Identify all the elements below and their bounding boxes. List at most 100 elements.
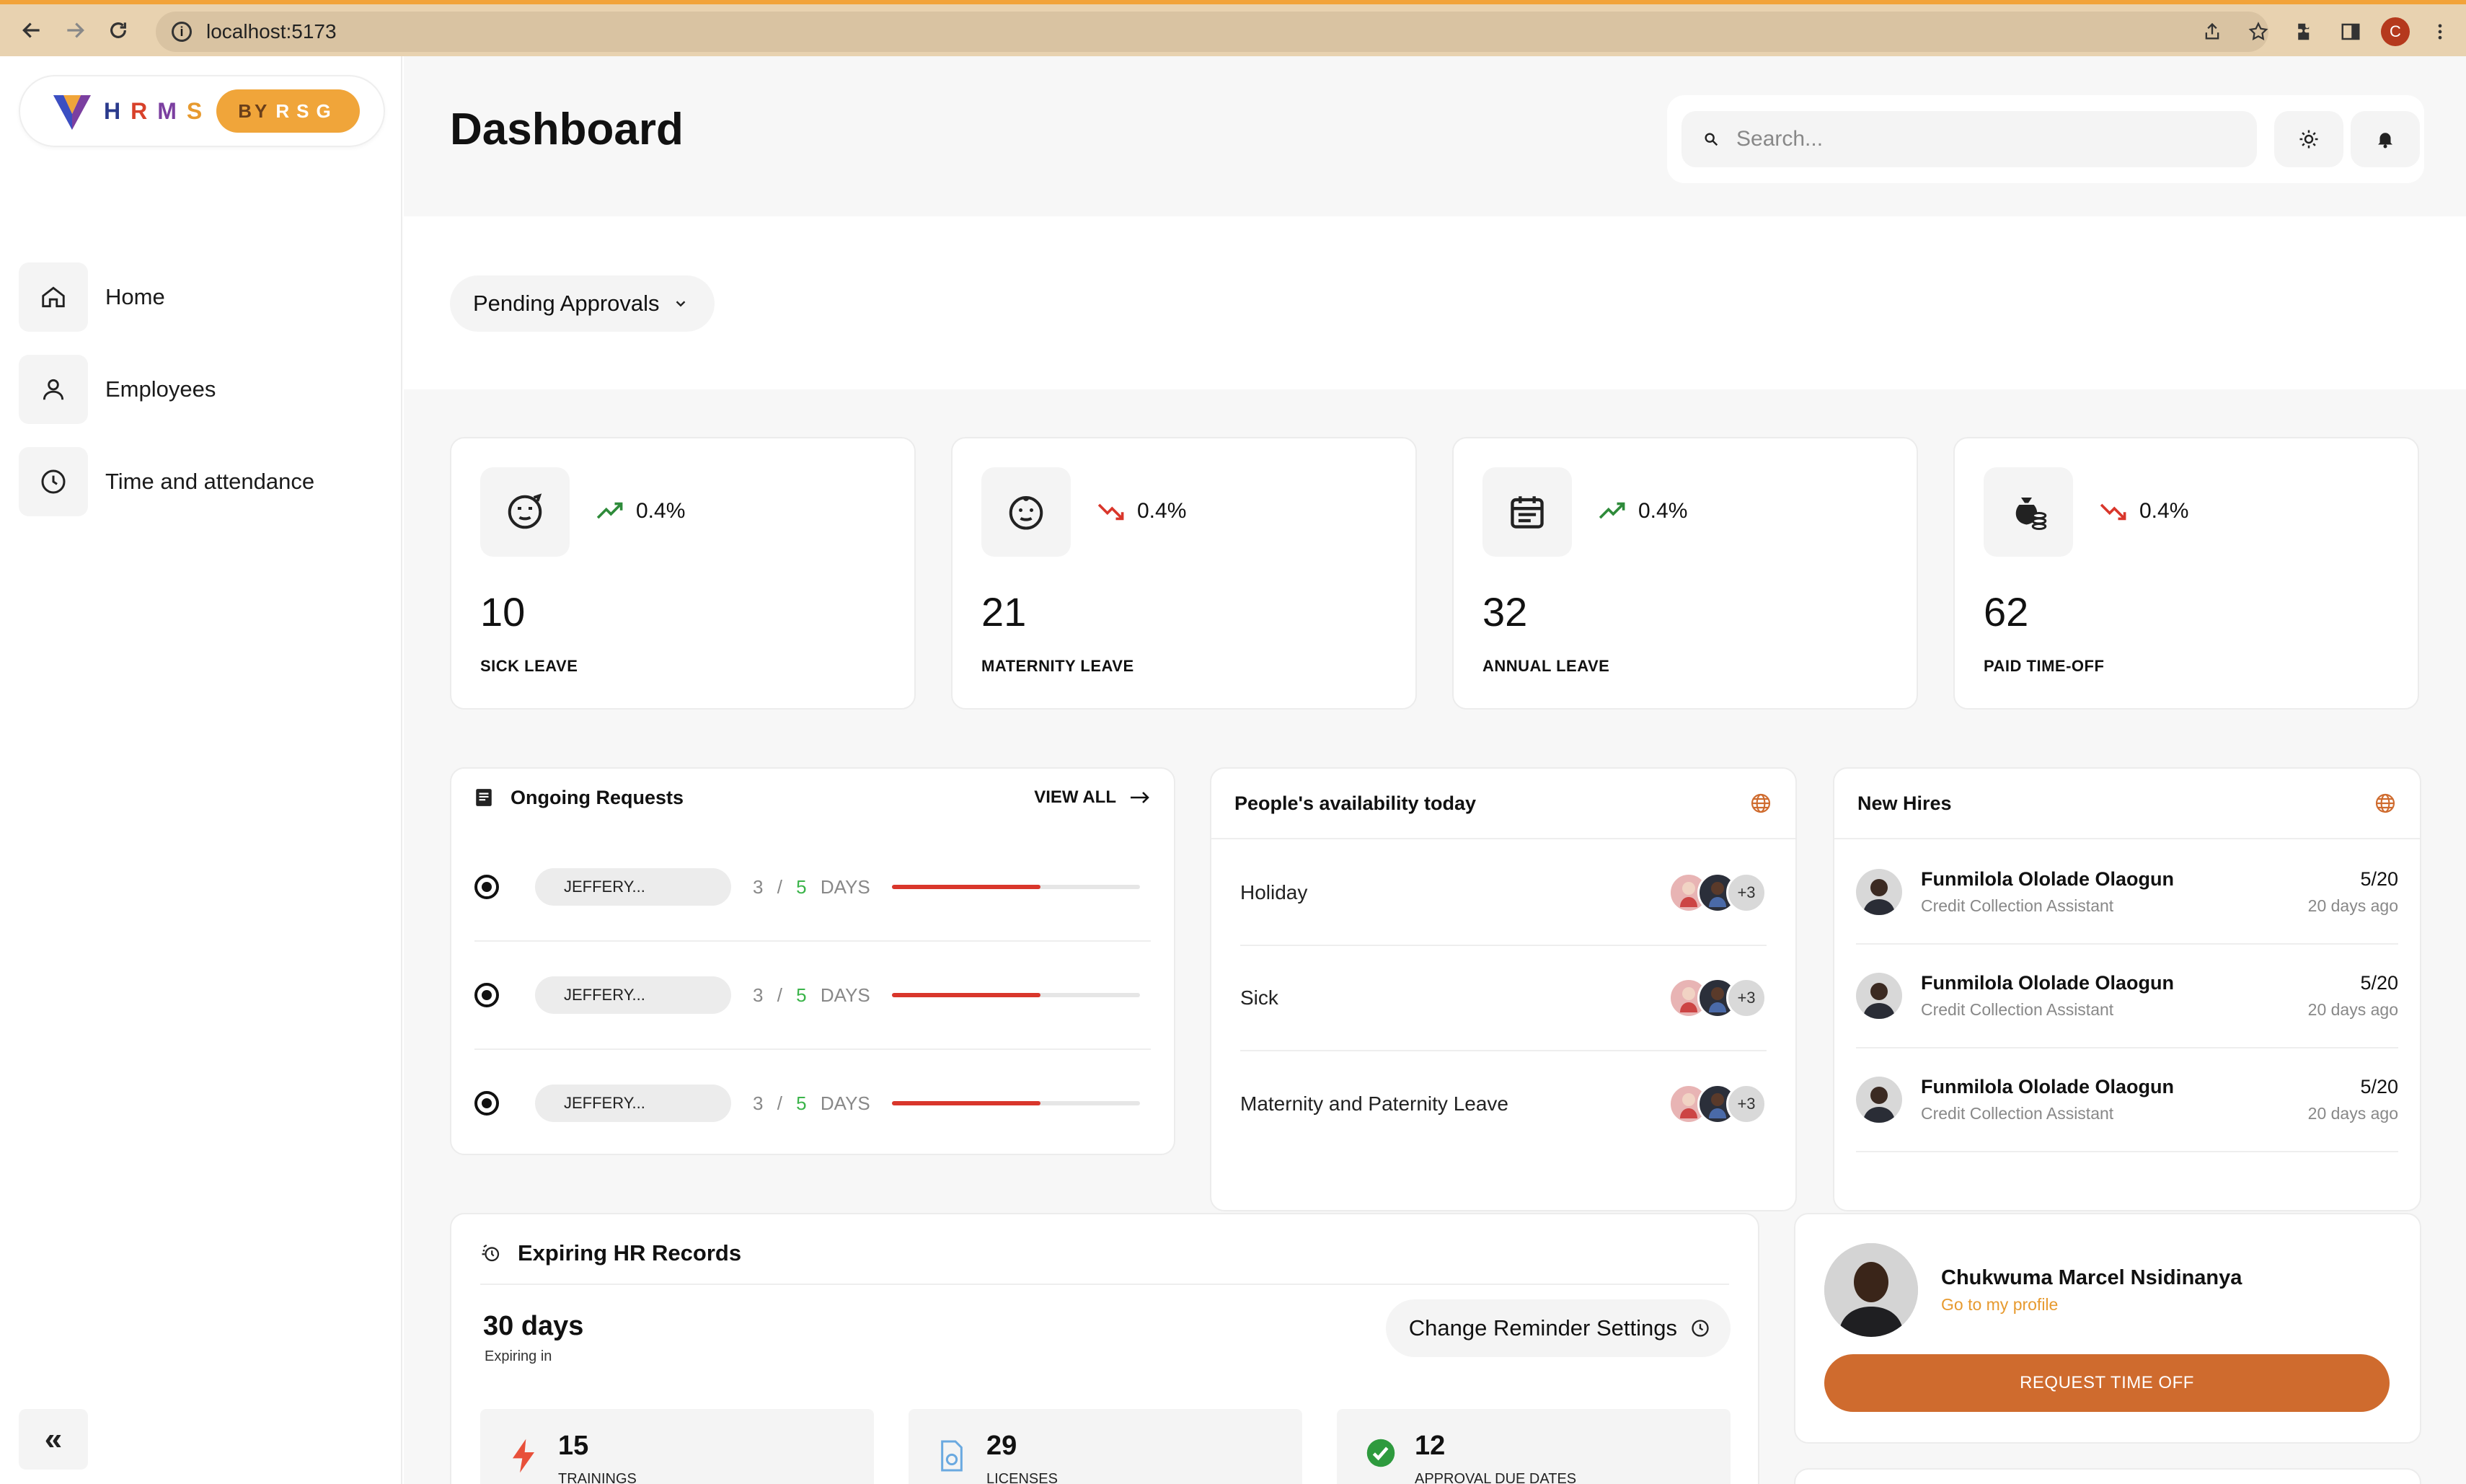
stat-value: 10	[480, 589, 526, 635]
hire-info: Funmilola Ololade Olaogun Credit Collect…	[1921, 1076, 2308, 1123]
expiring-days: 30 days	[483, 1311, 584, 1341]
globe-icon[interactable]	[1749, 792, 1772, 815]
new-hire-row[interactable]: Funmilola Ololade Olaogun Credit Collect…	[1856, 1048, 2398, 1152]
user-icon	[19, 355, 88, 424]
site-info-icon[interactable]: i	[172, 22, 192, 42]
sidebar-item-employees[interactable]: Employees	[19, 355, 385, 424]
browser-toolbar: i localhost:5173 C	[0, 0, 2466, 56]
forward-button[interactable]	[53, 9, 97, 52]
request-time-off-button[interactable]: REQUEST TIME OFF	[1824, 1354, 2390, 1412]
profile-name: Chukwuma Marcel Nsidinanya	[1941, 1266, 2242, 1289]
days-total: 5	[796, 875, 807, 898]
sidebar-item-time-and-attendance[interactable]: Time and attendance	[19, 447, 385, 516]
hire-ago: 20 days ago	[2307, 1104, 2398, 1123]
logo-letter-s: S	[186, 97, 213, 124]
main-content: Dashboard Pending Approvals 0.4%	[404, 56, 2466, 1484]
hire-ago: 20 days ago	[2307, 1000, 2398, 1019]
calendar-icon	[1482, 467, 1572, 557]
view-all-link[interactable]: VIEW ALL	[1034, 787, 1151, 808]
progress-fill	[891, 1101, 1041, 1105]
hire-date-block: 5/20 20 days ago	[2308, 1076, 2398, 1123]
collapse-sidebar-button[interactable]: «	[19, 1409, 88, 1470]
request-row[interactable]: JEFFERY... 3 / 5 DAYS	[474, 942, 1151, 1050]
extensions-icon[interactable]	[2289, 16, 2320, 48]
hire-name: Funmilola Ololade Olaogun	[1921, 972, 2175, 994]
address-bar[interactable]: i localhost:5173	[156, 12, 2268, 52]
days-used: 3	[753, 875, 764, 898]
sidebar-item-home[interactable]: Home	[19, 262, 385, 332]
expiring-label: APPROVAL DUE DATES	[1415, 1471, 1577, 1484]
more-menu-icon[interactable]	[2424, 16, 2456, 48]
search-input[interactable]	[1736, 127, 2205, 151]
app-logo[interactable]: H R M S BY RSG	[19, 75, 385, 147]
stat-card-annual-leave[interactable]: 0.4% 32 ANNUAL LEAVE	[1452, 437, 1918, 710]
stat-card-sick-leave[interactable]: 0.4% 10 SICK LEAVE	[450, 437, 916, 710]
share-icon[interactable]	[2196, 16, 2228, 48]
expiring-label: TRAININGS	[558, 1471, 637, 1484]
change-reminder-settings-button[interactable]: Change Reminder Settings	[1385, 1299, 1731, 1357]
availability-label: Holiday	[1240, 881, 1308, 904]
more-avatars-count[interactable]: +3	[1726, 978, 1767, 1018]
request-row[interactable]: JEFFERY... 3 / 5 DAYS	[474, 834, 1151, 942]
availability-label: Maternity and Paternity Leave	[1240, 1092, 1508, 1115]
notifications-button[interactable]	[2351, 111, 2420, 167]
pending-approvals-label: Pending Approvals	[473, 291, 660, 316]
go-to-profile-link[interactable]: Go to my profile	[1941, 1295, 2058, 1315]
stat-label: ANNUAL LEAVE	[1482, 657, 1610, 675]
trend-value: 0.4%	[2139, 499, 2189, 523]
hire-role: Credit Collection Assistant	[1921, 896, 2114, 915]
view-all-label: VIEW ALL	[1034, 787, 1116, 807]
more-avatars-count[interactable]: +3	[1726, 873, 1767, 913]
page-title: Dashboard	[450, 105, 684, 154]
availability-row[interactable]: Sick +3	[1240, 946, 1767, 1051]
availability-row[interactable]: Holiday +3	[1240, 841, 1767, 946]
stat-card-maternity-leave[interactable]: 0.4% 21 MATERNITY LEAVE	[951, 437, 1417, 710]
back-button[interactable]	[10, 9, 53, 52]
expiring-card-licenses[interactable]: 29 LICENSES	[909, 1409, 1302, 1484]
trend-indicator: 0.4%	[2099, 499, 2188, 524]
approvals-section: Pending Approvals	[404, 216, 2466, 389]
availability-row[interactable]: Maternity and Paternity Leave +3	[1240, 1051, 1767, 1157]
trend-up-icon	[1599, 502, 1625, 519]
sick-face-icon	[480, 467, 570, 557]
expiring-card-approval-due-dates[interactable]: 12 APPROVAL DUE DATES	[1337, 1409, 1731, 1484]
browser-profile-avatar[interactable]: C	[2381, 17, 2410, 46]
theme-toggle-button[interactable]	[2274, 111, 2343, 167]
ongoing-requests-panel: Ongoing Requests VIEW ALL JEFFERY... 3 /…	[450, 767, 1175, 1155]
top-bar: Dashboard	[404, 56, 2466, 216]
avatar-group: +3	[1669, 873, 1767, 913]
panel-header: New Hires	[1834, 769, 2420, 839]
new-hire-row[interactable]: Funmilola Ololade Olaogun Credit Collect…	[1856, 945, 2398, 1048]
profile-avatar[interactable]	[1824, 1243, 1918, 1337]
new-hire-row[interactable]: Funmilola Ololade Olaogun Credit Collect…	[1856, 841, 2398, 945]
hire-ago: 20 days ago	[2307, 896, 2398, 915]
pending-approvals-dropdown[interactable]: Pending Approvals	[450, 275, 715, 332]
hire-date: 5/20	[2360, 868, 2398, 890]
avatar-group: +3	[1669, 978, 1767, 1018]
request-radio[interactable]	[474, 1091, 499, 1116]
trend-up-icon	[596, 502, 623, 519]
globe-icon[interactable]	[2374, 792, 2397, 815]
expiring-card-trainings[interactable]: 15 TRAININGS	[480, 1409, 874, 1484]
expiring-label: LICENSES	[986, 1471, 1058, 1484]
logo-letter-r: R	[131, 97, 158, 124]
days-unit: DAYS	[820, 1092, 870, 1114]
home-icon	[19, 262, 88, 332]
sidebar-toggle-icon[interactable]	[2335, 16, 2366, 48]
request-row[interactable]: JEFFERY... 3 / 5 DAYS	[474, 1050, 1151, 1154]
reload-button[interactable]	[97, 9, 140, 52]
request-radio[interactable]	[474, 875, 499, 899]
avatar	[1856, 1077, 1902, 1123]
bookmark-star-icon[interactable]	[2242, 16, 2274, 48]
more-avatars-count[interactable]: +3	[1726, 1084, 1767, 1124]
url-text: localhost:5173	[206, 20, 337, 43]
trend-value: 0.4%	[1638, 499, 1688, 523]
sidebar-item-label: Home	[105, 284, 165, 309]
availability-label: Sick	[1240, 986, 1278, 1009]
hire-info: Funmilola Ololade Olaogun Credit Collect…	[1921, 972, 2308, 1020]
document-icon	[476, 789, 492, 806]
request-radio[interactable]	[474, 983, 499, 1007]
search-box[interactable]	[1681, 111, 2257, 167]
stat-card-paid-time-off[interactable]: 0.4% 62 PAID TIME-OFF	[1953, 437, 2419, 710]
panel-header: People's availability today	[1211, 769, 1795, 839]
